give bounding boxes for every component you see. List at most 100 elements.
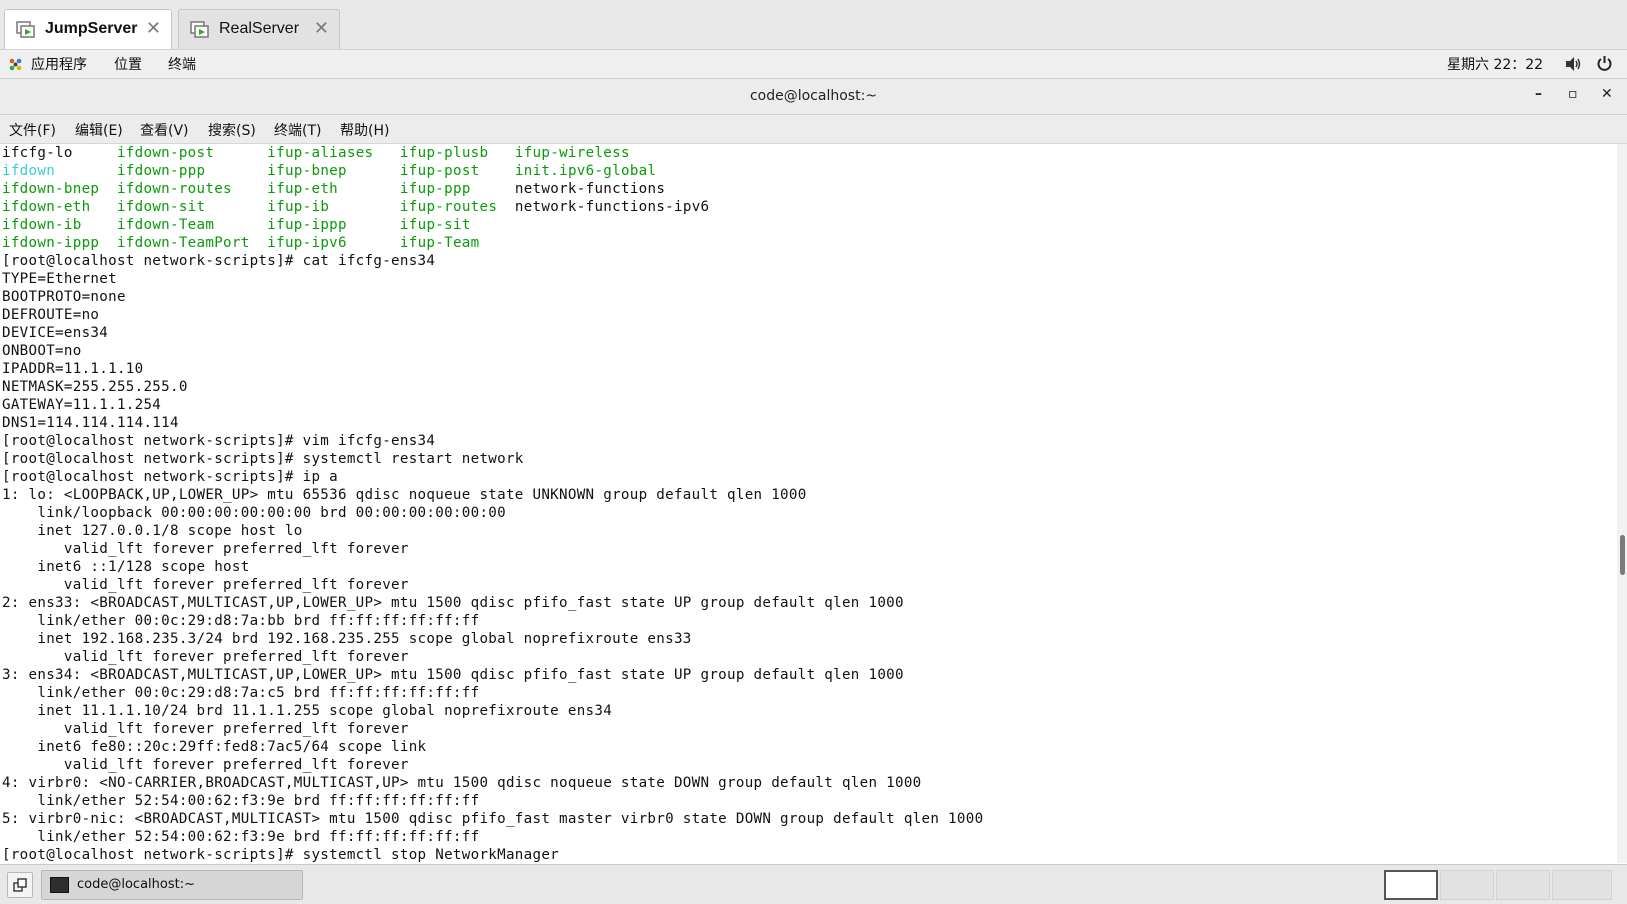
terminal-line: ONBOOT=no xyxy=(2,343,82,359)
terminal-app-menu[interactable]: 终端 xyxy=(168,54,196,74)
terminal-line: 5: virbr0-nic: <BROADCAST,MULTICAST> mtu… xyxy=(2,811,984,827)
terminal-line: DNS1=114.114.114.114 xyxy=(2,415,179,431)
terminal-line: ifcfg-lo ifdown-post ifup-aliases ifup-p… xyxy=(2,144,1617,162)
terminal-line: [root@localhost network-scripts]# ip a xyxy=(2,469,338,485)
terminal-line: valid_lft forever preferred_lft forever xyxy=(2,541,409,557)
ls-entry: network-functions xyxy=(514,181,666,197)
terminal-line: inet 192.168.235.3/24 brd 192.168.235.25… xyxy=(2,631,692,647)
vm-tab-label: JumpServer xyxy=(45,20,138,37)
terminal-line: NETMASK=255.255.255.0 xyxy=(2,379,188,395)
ls-entry: ifup-post xyxy=(399,163,480,179)
terminal-line: DEVICE=ens34 xyxy=(2,325,109,341)
ls-entry: ifcfg-lo xyxy=(2,145,73,161)
gnome-top-bar: 应用程序 位置 终端 星期六 22：22 xyxy=(0,50,1627,79)
terminal-line: link/ether 00:0c:29:d8:7a:bb brd ff:ff:f… xyxy=(2,613,480,629)
terminal-line: link/loopback 00:00:00:00:00:00 brd 00:0… xyxy=(2,505,506,521)
terminal-line: ifdown ifdown-ppp ifup-bnep ifup-post in… xyxy=(2,162,1617,180)
ls-entry: ifdown-routes xyxy=(116,181,232,197)
menu-view[interactable]: 查看(V) xyxy=(140,120,189,140)
maximize-button[interactable]: ▫ xyxy=(1568,86,1578,102)
ls-entry: ifup-wireless xyxy=(514,145,630,161)
places-menu[interactable]: 位置 xyxy=(114,54,142,74)
bottom-taskbar: code@localhost:~ xyxy=(0,864,1627,904)
terminal-line: [root@localhost network-scripts]# system… xyxy=(2,451,524,467)
speaker-icon[interactable] xyxy=(1565,56,1582,72)
menu-file[interactable]: 文件(F) xyxy=(9,120,56,140)
terminal-line: ifdown-ib ifdown-Team ifup-ippp ifup-sit xyxy=(2,216,1617,234)
terminal-line: 3: ens34: <BROADCAST,MULTICAST,UP,LOWER_… xyxy=(2,667,904,683)
show-desktop-button[interactable] xyxy=(7,872,33,898)
taskbar-window-label: code@localhost:~ xyxy=(77,877,195,892)
terminal-line: valid_lft forever preferred_lft forever xyxy=(2,757,409,773)
vm-tab-jumpserver[interactable]: JumpServer ✕ xyxy=(4,9,172,49)
workspace-1[interactable] xyxy=(1384,870,1438,900)
terminal-line: TYPE=Ethernet xyxy=(2,271,117,287)
terminal-line: BOOTPROTO=none xyxy=(2,289,126,305)
ls-entry: ifdown-post xyxy=(116,145,215,161)
ls-entry: ifdown-sit xyxy=(116,199,206,215)
menu-terminal[interactable]: 终端(T) xyxy=(274,120,321,140)
ls-entry: ifup-eth xyxy=(267,181,339,197)
applications-icon xyxy=(9,58,22,71)
terminal-icon xyxy=(50,877,69,893)
ls-entry: ifdown-TeamPort xyxy=(116,235,250,251)
terminal-line: 2: ens33: <BROADCAST,MULTICAST,UP,LOWER_… xyxy=(2,595,904,611)
ls-entry: ifup-bnep xyxy=(267,163,347,179)
terminal-scrollbar[interactable] xyxy=(1617,144,1627,863)
terminal-line: ifdown-bnep ifdown-routes ifup-eth ifup-… xyxy=(2,180,1617,198)
workspace-2[interactable] xyxy=(1440,870,1494,900)
workspace-3[interactable] xyxy=(1496,870,1550,900)
terminal-line: ifdown-ippp ifdown-TeamPort ifup-ipv6 if… xyxy=(2,234,1617,252)
ls-entry: ifdown-ppp xyxy=(116,163,206,179)
scrollbar-thumb[interactable] xyxy=(1620,535,1625,575)
applications-menu[interactable]: 应用程序 xyxy=(31,54,87,74)
window-titlebar[interactable]: code@localhost:~ – ▫ ✕ xyxy=(0,79,1627,115)
ls-entry: ifdown-Team xyxy=(116,217,215,233)
ls-entry: ifdown-bnep xyxy=(2,181,100,197)
terminal-line: link/ether 00:0c:29:d8:7a:c5 brd ff:ff:f… xyxy=(2,685,480,701)
terminal-line: inet6 fe80::20c:29ff:fed8:7ac5/64 scope … xyxy=(2,739,427,755)
clock[interactable]: 星期六 22：22 xyxy=(1447,54,1543,74)
ls-entry: ifup-ib xyxy=(267,199,330,215)
terminal-line: DEFROUTE=no xyxy=(2,307,100,323)
ls-entry: init.ipv6-global xyxy=(514,163,657,179)
vm-tab-realserver[interactable]: RealServer ✕ xyxy=(178,9,340,49)
terminal-line: GATEWAY=11.1.1.254 xyxy=(2,397,162,413)
ls-entry: ifup-plusb xyxy=(399,145,489,161)
ls-entry: ifup-ppp xyxy=(399,181,471,197)
terminal-line: link/ether 52:54:00:62:f3:9e brd ff:ff:f… xyxy=(2,829,480,845)
show-desktop-icon xyxy=(13,878,27,892)
terminal-line: [root@localhost network-scripts]# cat if… xyxy=(2,253,436,269)
terminal-line: inet 127.0.0.1/8 scope host lo xyxy=(2,523,303,539)
close-icon[interactable]: ✕ xyxy=(314,19,329,39)
terminal-line: link/ether 52:54:00:62:f3:9e brd ff:ff:f… xyxy=(2,793,480,809)
menu-search[interactable]: 搜索(S) xyxy=(208,120,256,140)
terminal-menu-bar: 文件(F) 编辑(E) 查看(V) 搜索(S) 终端(T) 帮助(H) xyxy=(0,115,1627,144)
vm-tab-label: RealServer xyxy=(219,20,300,37)
terminal-line: valid_lft forever preferred_lft forever xyxy=(2,649,409,665)
ls-entry: ifup-Team xyxy=(399,235,480,251)
terminal-line: [root@localhost network-scripts]# system… xyxy=(2,847,560,863)
menu-help[interactable]: 帮助(H) xyxy=(340,120,389,140)
taskbar-window-terminal[interactable]: code@localhost:~ xyxy=(41,870,303,900)
vm-tab-bar: JumpServer ✕ RealServer ✕ xyxy=(0,0,1627,50)
vm-screen-icon xyxy=(190,21,209,38)
ls-entry: network-functions-ipv6 xyxy=(514,199,710,215)
terminal-line: IPADDR=11.1.1.10 xyxy=(2,361,144,377)
close-icon[interactable]: ✕ xyxy=(146,19,161,39)
terminal-output[interactable]: ifcfg-lo ifdown-post ifup-aliases ifup-p… xyxy=(0,144,1617,863)
terminal-line: 1: lo: <LOOPBACK,UP,LOWER_UP> mtu 65536 … xyxy=(2,487,807,503)
minimize-button[interactable]: – xyxy=(1535,86,1542,102)
vm-screen-icon xyxy=(16,21,35,38)
close-button[interactable]: ✕ xyxy=(1601,86,1613,102)
terminal-line: ifdown-eth ifdown-sit ifup-ib ifup-route… xyxy=(2,198,1617,216)
terminal-text: ifcfg-lo ifdown-post ifup-aliases ifup-p… xyxy=(0,144,1617,863)
workspace-4[interactable] xyxy=(1552,870,1612,900)
terminal-line: inet 11.1.1.10/24 brd 11.1.1.255 scope g… xyxy=(2,703,613,719)
ls-entry: ifup-routes xyxy=(399,199,498,215)
power-icon[interactable] xyxy=(1596,55,1613,72)
ls-entry: ifdown-ib xyxy=(2,217,82,233)
menu-edit[interactable]: 编辑(E) xyxy=(75,120,123,140)
window-title: code@localhost:~ xyxy=(749,88,878,104)
ls-entry: ifdown-ippp xyxy=(2,235,100,251)
